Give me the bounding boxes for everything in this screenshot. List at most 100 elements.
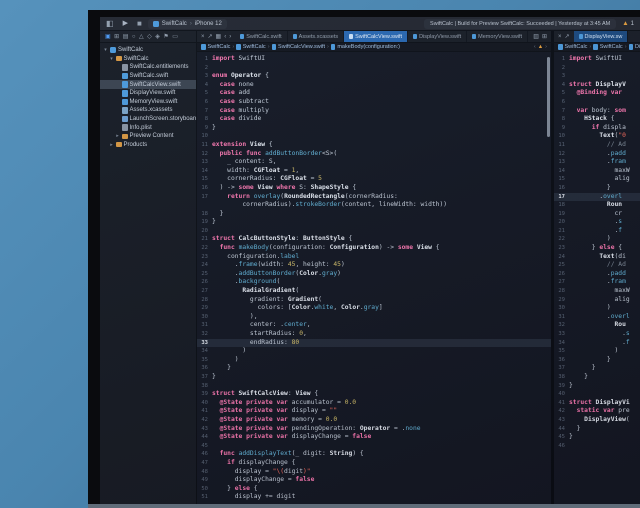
back-icon[interactable]: ‹ — [534, 44, 536, 50]
code-line: 38 — [197, 382, 551, 391]
pop-out-icon[interactable]: ↗ — [208, 33, 213, 40]
grid-view-icon[interactable]: ▦ — [216, 33, 222, 40]
symbol-navigator-icon[interactable]: ▤ — [123, 34, 129, 40]
tab-displayview-swift[interactable]: DisplayView.swift — [408, 31, 467, 42]
sidebar-item-swiftcalc-entitlements[interactable]: SwiftCalc.entitlements — [100, 63, 196, 72]
breadcrumb-item[interactable]: SwiftCalc — [243, 44, 266, 50]
code-line: 9} — [197, 124, 551, 133]
stop-button-icon[interactable]: ■ — [137, 20, 142, 28]
swift-file-icon — [240, 34, 244, 40]
line-number: 4 — [197, 81, 212, 90]
sidebar-item-displayview-swift[interactable]: DisplayView.swift — [100, 89, 196, 98]
code-text: ) — [569, 304, 640, 313]
code-text — [212, 382, 551, 391]
sidebar-item-swiftcalc[interactable]: ▾SwiftCalc — [100, 55, 196, 64]
line-number: 38 — [197, 382, 212, 391]
breadcrumb-item[interactable]: DisplayVie — [635, 44, 640, 50]
line-number: 48 — [197, 468, 212, 477]
code-line: 24 .frame(width: 45, height: 45) — [197, 261, 551, 270]
sidebar-toggle-icon[interactable]: ◧ — [106, 20, 114, 28]
code-text: @State private var displayChange = false — [212, 433, 551, 442]
sidebar-item-swiftcalc-swift[interactable]: SwiftCalc.swift — [100, 72, 196, 81]
sidebar-item-swiftcalc[interactable]: ▾SwiftCalc — [100, 46, 196, 55]
code-text: @State private var accumulator = 0.0 — [212, 399, 551, 408]
breadcrumb-item[interactable]: makeBody(configuration:) — [337, 44, 400, 50]
swift-file-icon — [472, 34, 476, 40]
add-editor-icon[interactable]: ⊞ — [542, 33, 547, 40]
close-tab-icon[interactable]: × — [558, 34, 562, 40]
code-text: ) — [569, 347, 640, 356]
disclosure-icon[interactable]: ▸ — [109, 142, 114, 148]
code-line: 42 @State private var memory = 0.0 — [197, 416, 551, 425]
breakpoint-navigator-icon[interactable]: ⚑ — [163, 34, 168, 40]
code-text: width: CGFloat = 1, — [212, 167, 551, 176]
tab-swiftcalcview-swift[interactable]: SwiftCalcView.swift — [344, 31, 408, 42]
code-text: .s — [569, 330, 640, 339]
forward-icon[interactable]: › — [545, 44, 547, 50]
code-text: import SwiftUI — [569, 55, 640, 64]
test-navigator-icon[interactable]: ◇ — [147, 34, 152, 40]
sidebar-item-label: Products — [124, 142, 148, 148]
adjust-editor-icon[interactable]: ▥ — [533, 33, 539, 40]
debug-navigator-icon[interactable]: ◈ — [155, 34, 160, 40]
line-number: 44 — [554, 425, 569, 434]
code-line: 3enum Operator { — [197, 72, 551, 81]
sidebar-item-products[interactable]: ▸ Products — [100, 141, 196, 150]
tab-assets-xcassets[interactable]: Assets.xcassets — [288, 31, 344, 42]
sidebar-item-launchscreen-storyboard[interactable]: LaunchScreen.storyboard — [100, 115, 196, 124]
breadcrumb-item[interactable]: SwiftCalc — [565, 44, 588, 50]
find-navigator-icon[interactable]: ○ — [132, 34, 136, 40]
sidebar-item-memoryview-swift[interactable]: MemoryView.swift — [100, 98, 196, 107]
warning-badge[interactable]: ▲ 1 — [622, 20, 634, 27]
line-number: 7 — [197, 107, 212, 116]
source-control-navigator-icon[interactable]: ⊞ — [114, 34, 119, 40]
code-text: .f — [569, 339, 640, 348]
sidebar-item-assets-xcassets[interactable]: Assets.xcassets — [100, 106, 196, 115]
line-number: 22 — [197, 244, 212, 253]
code-line: 41 @State private var display = "" — [197, 407, 551, 416]
code-line: 40 — [554, 390, 640, 399]
right-code-editor[interactable]: 1import SwiftUI234struct DisplayV5 @Bind… — [554, 52, 640, 504]
code-line: 10 — [197, 132, 551, 141]
disclosure-icon[interactable]: ▾ — [103, 47, 108, 53]
scheme-selector[interactable]: SwiftCalc › iPhone 12 — [148, 19, 227, 29]
code-line: 1import SwiftUI — [197, 55, 551, 64]
report-navigator-icon[interactable]: ▭ — [172, 34, 178, 40]
breadcrumb-issue-nav[interactable]: ‹▲› — [534, 44, 547, 50]
line-number: 20 — [554, 218, 569, 227]
code-line: 3 — [554, 72, 640, 81]
project-navigator-icon[interactable]: ▣ — [105, 34, 111, 40]
breadcrumb-item[interactable]: SwiftCalcView.swift — [278, 44, 325, 50]
code-line: 35 ) — [197, 356, 551, 365]
line-number: 33 — [197, 339, 212, 348]
swift-file-icon — [122, 99, 128, 106]
back-icon[interactable]: ‹ — [224, 34, 226, 40]
breadcrumb-item[interactable]: SwiftCalc — [600, 44, 623, 50]
play-button-icon[interactable]: ▶ — [123, 20, 128, 28]
sidebar-item-label: Assets.xcassets — [130, 107, 173, 113]
code-line: 7 case multiply — [197, 107, 551, 116]
pop-out-icon[interactable]: ↗ — [565, 33, 570, 40]
line-number: 37 — [554, 364, 569, 373]
code-line: 33 .s — [554, 330, 640, 339]
code-text: maxW — [569, 167, 640, 176]
code-text: center: .center, — [212, 321, 551, 330]
sidebar-item-swiftcalcview-swift[interactable]: SwiftCalcView.swift — [100, 80, 196, 89]
disclosure-icon[interactable]: ▾ — [109, 56, 114, 62]
navigator-icon-strip: ▣⊞ ▤○△◇◈⚑ ▭ — [100, 31, 197, 42]
sidebar-item-preview-content[interactable]: ▸Preview Content — [100, 132, 196, 141]
tab-displayview-sw[interactable]: DisplayView.sw — [574, 31, 629, 42]
close-tab-icon[interactable]: × — [201, 34, 205, 40]
forward-icon[interactable]: › — [229, 34, 231, 40]
left-code-editor[interactable]: 1import SwiftUI23enum Operator {4 case n… — [197, 52, 551, 504]
sidebar-item-info-plist[interactable]: Info.plist — [100, 123, 196, 132]
left-editor-scrollbar[interactable] — [547, 57, 550, 137]
activity-status[interactable]: SwiftCalc | Build for Preview SwiftCalc:… — [424, 19, 616, 29]
disclosure-icon[interactable]: ▸ — [115, 133, 120, 139]
issue-navigator-icon[interactable]: △ — [139, 34, 144, 40]
tab-memoryview-swift[interactable]: MemoryView.swift — [467, 31, 528, 42]
code-line: 12 .padd — [554, 150, 640, 159]
breadcrumb-item[interactable]: SwiftCalc — [208, 44, 231, 50]
tab-swiftcalc-swift[interactable]: SwiftCalc.swift — [235, 31, 287, 42]
code-line: 38 } — [554, 373, 640, 382]
